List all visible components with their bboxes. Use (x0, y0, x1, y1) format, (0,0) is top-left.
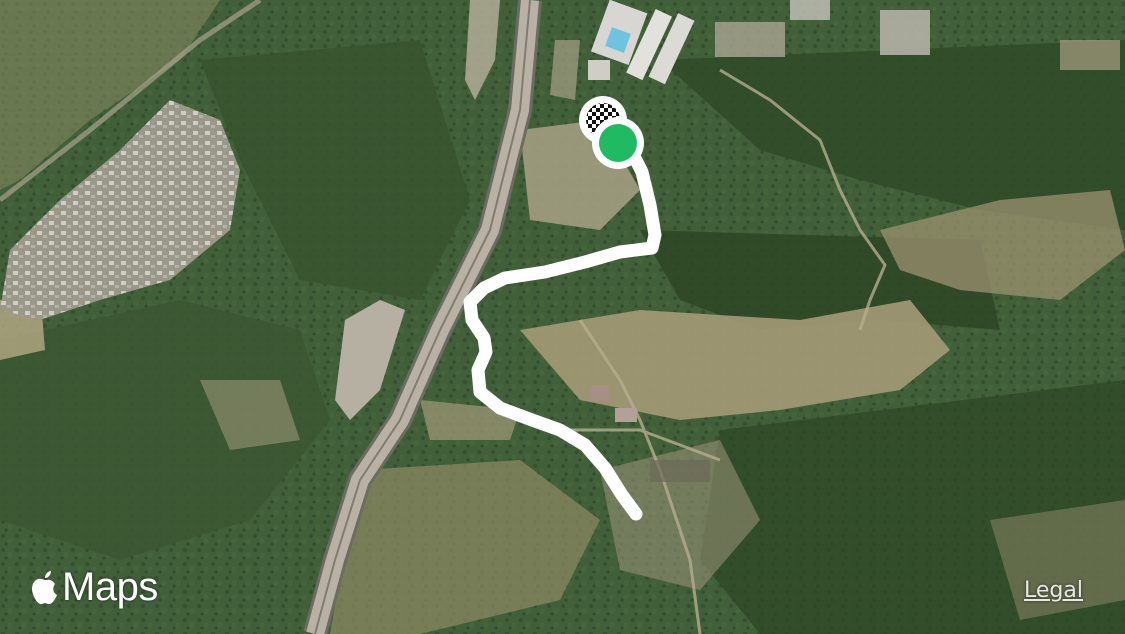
apple-logo-icon (32, 571, 57, 604)
satellite-map[interactable] (0, 0, 1125, 634)
green-dot-start-icon[interactable] (592, 117, 644, 169)
maps-label: Maps (62, 565, 158, 609)
maps-logo: Maps (30, 563, 158, 611)
legal-link[interactable]: Legal (1024, 578, 1083, 603)
